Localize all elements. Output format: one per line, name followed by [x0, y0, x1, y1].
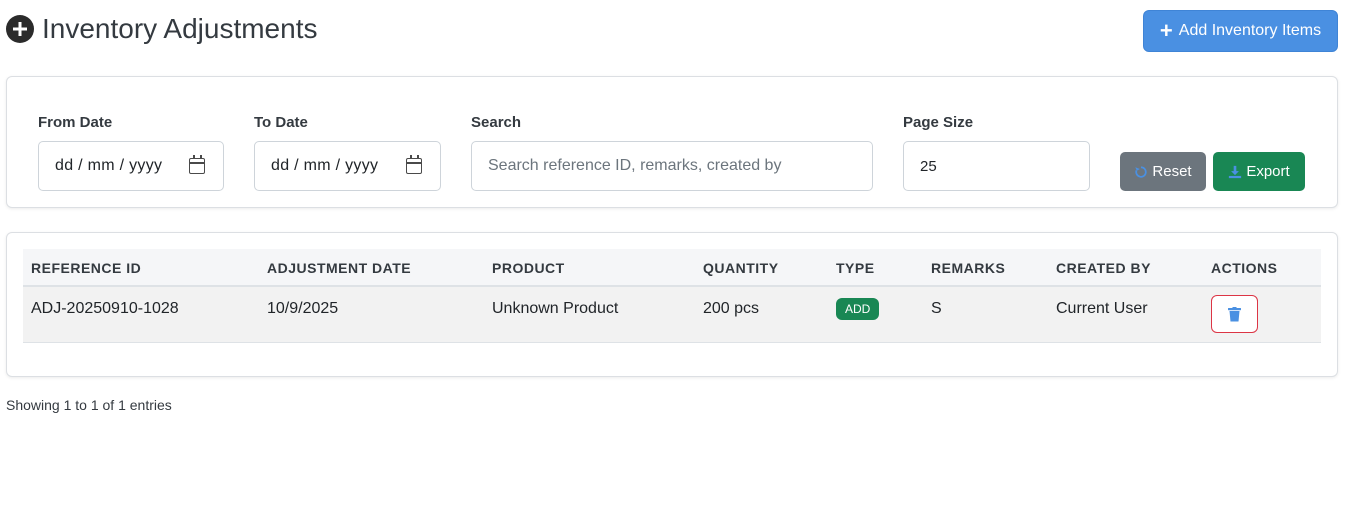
cell-quantity: 200 pcs — [703, 300, 760, 317]
filter-card: From Date dd / mm / yyyy To Date dd / mm… — [6, 76, 1338, 208]
page: Inventory Adjustments + Add Inventory It… — [0, 0, 1346, 508]
table-card: REFERENCE ID ADJUSTMENT DATE PRODUCT QUA… — [6, 232, 1338, 377]
add-inventory-items-label: Add Inventory Items — [1178, 22, 1322, 39]
from-date-input[interactable]: dd / mm / yyyy — [38, 141, 224, 191]
export-button[interactable]: Export — [1213, 152, 1305, 191]
cell-remarks: S — [931, 300, 942, 317]
plus-circle-icon — [6, 15, 34, 43]
column-header-type: TYPE — [836, 260, 875, 276]
reset-label: Reset — [1152, 163, 1192, 180]
column-header-quantity: QUANTITY — [703, 260, 779, 276]
page-title: Inventory Adjustments — [42, 13, 318, 44]
cell-adjustment-date: 10/9/2025 — [267, 300, 339, 317]
export-label: Export — [1246, 163, 1290, 180]
trash-icon — [1228, 306, 1241, 321]
page-header: Inventory Adjustments — [6, 12, 317, 46]
calendar-icon[interactable] — [406, 155, 422, 174]
page-size-input[interactable]: 25 — [903, 141, 1090, 191]
search-placeholder: Search reference ID, remarks, created by — [488, 157, 782, 174]
add-inventory-items-button[interactable]: + Add Inventory Items — [1143, 10, 1338, 52]
cell-product: Unknown Product — [492, 300, 619, 317]
column-header-adjustment-date: ADJUSTMENT DATE — [267, 260, 412, 276]
reset-button[interactable]: Reset — [1120, 152, 1206, 191]
download-icon — [1229, 165, 1242, 178]
plus-icon: + — [1159, 18, 1173, 43]
column-header-created-by: CREATED BY — [1056, 260, 1151, 276]
search-input[interactable]: Search reference ID, remarks, created by — [471, 141, 873, 191]
cell-created-by: Current User — [1056, 300, 1148, 317]
column-header-product: PRODUCT — [492, 260, 565, 276]
column-header-reference-id: REFERENCE ID — [31, 260, 142, 276]
type-badge: ADD — [836, 298, 880, 320]
to-date-label: To Date — [254, 114, 308, 131]
column-header-remarks: REMARKS — [931, 260, 1006, 276]
delete-button[interactable] — [1211, 295, 1258, 333]
to-date-input[interactable]: dd / mm / yyyy — [254, 141, 441, 191]
table-header: REFERENCE ID ADJUSTMENT DATE PRODUCT QUA… — [23, 249, 1321, 287]
calendar-icon[interactable] — [189, 155, 205, 174]
cell-reference-id: ADJ-20250910-1028 — [31, 300, 179, 317]
to-date-value: dd / mm / yyyy — [271, 157, 379, 174]
refresh-icon — [1135, 165, 1148, 178]
table-row: ADJ-20250910-1028 10/9/2025 Unknown Prod… — [23, 287, 1321, 343]
page-size-label: Page Size — [903, 114, 974, 131]
page-size-value: 25 — [920, 157, 937, 175]
entries-info: Showing 1 to 1 of 1 entries — [6, 397, 172, 413]
search-label: Search — [471, 114, 522, 131]
from-date-value: dd / mm / yyyy — [55, 157, 163, 174]
column-header-actions: ACTIONS — [1211, 260, 1278, 276]
from-date-label: From Date — [38, 114, 113, 131]
